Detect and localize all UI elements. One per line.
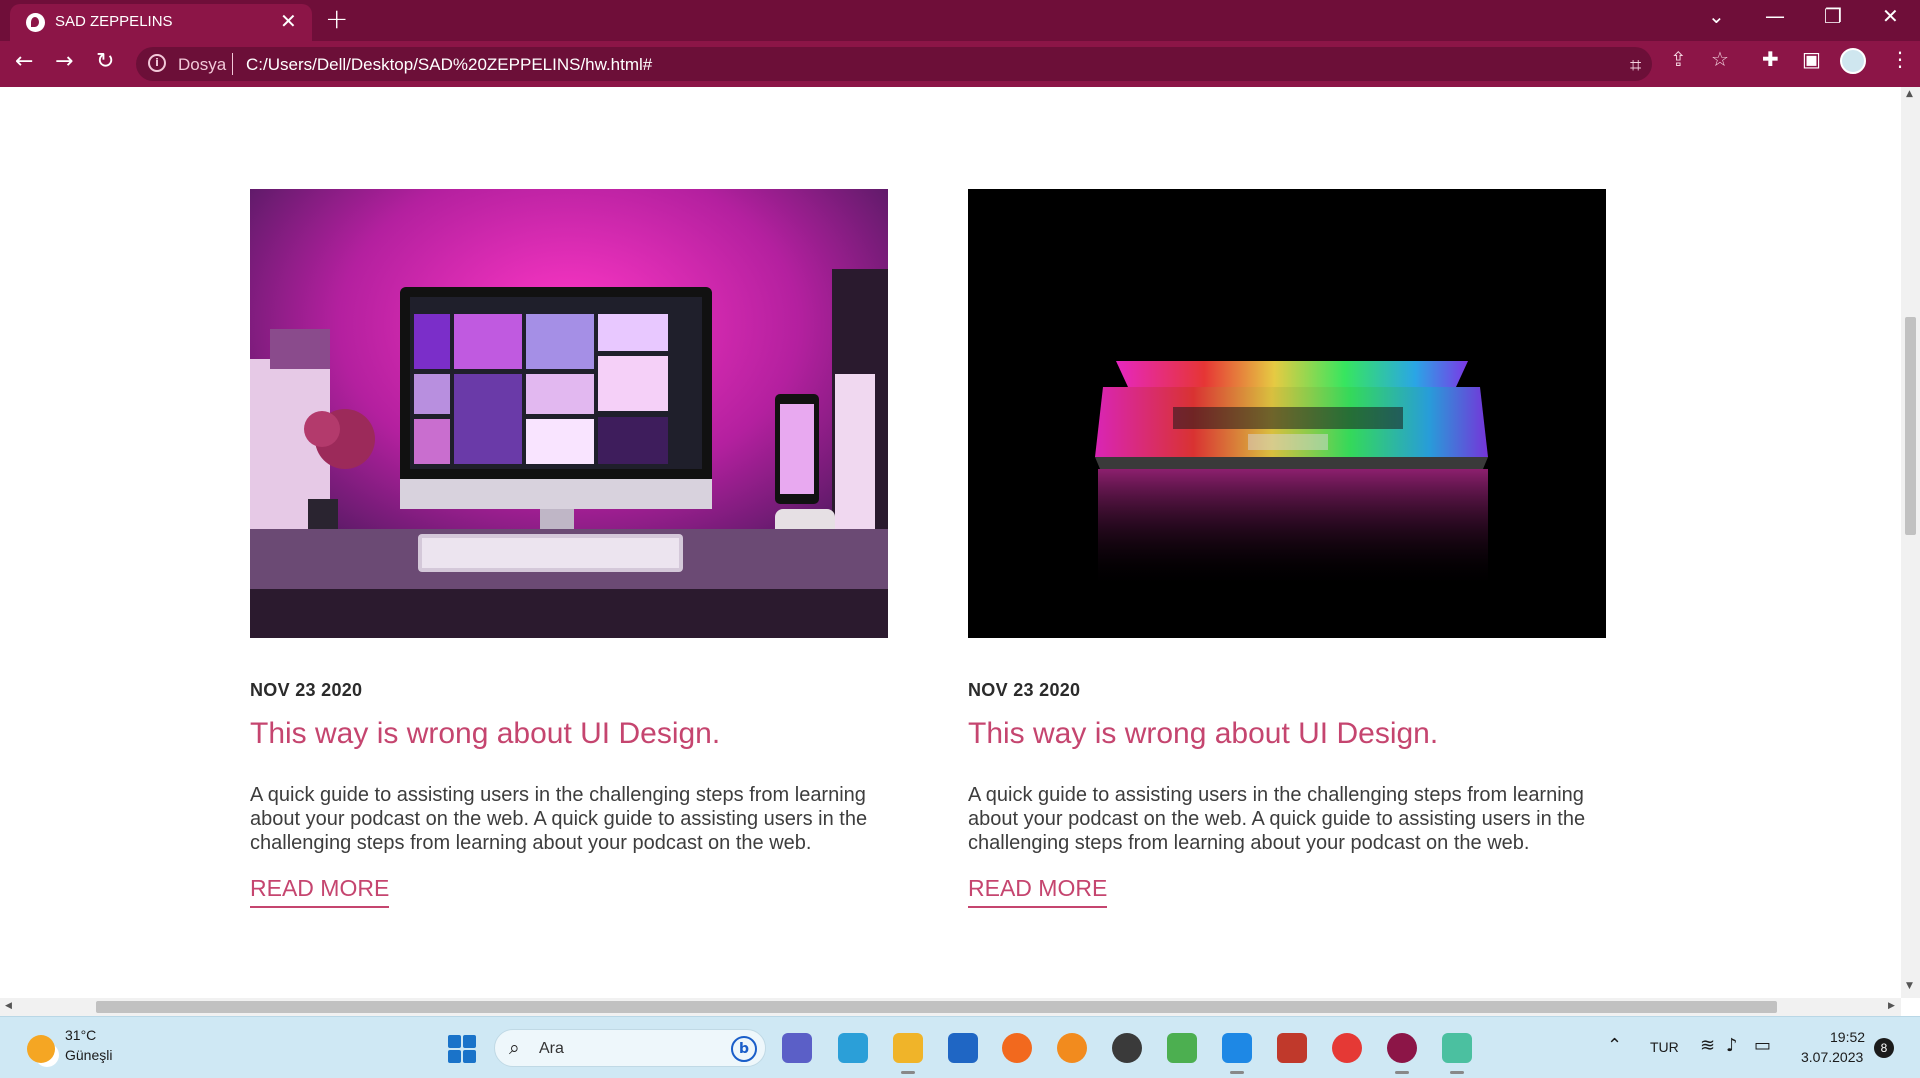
battery-icon[interactable]: ▭ [1754, 1035, 1771, 1056]
blog-card-excerpt: A quick guide to assisting users in the … [250, 784, 868, 854]
read-more-link[interactable]: READ MORE [250, 875, 390, 908]
address-scheme-label: Dosya [178, 55, 227, 74]
file-explorer-icon[interactable] [893, 1033, 923, 1074]
site-info-icon[interactable]: i [148, 54, 166, 72]
chrome-profile-icon[interactable] [1387, 1033, 1417, 1074]
os-taskbar: 31°C Güneşli ⌕ Ara b ⌃ TUR ≋ ♪ ▭ 19:52 3… [0, 1016, 1920, 1078]
chrome-icon[interactable] [1332, 1033, 1362, 1063]
close-tab-icon[interactable]: ✕ [280, 9, 297, 33]
notification-badge[interactable]: 8 [1874, 1038, 1894, 1058]
restore-button[interactable]: ❐ [1824, 4, 1842, 28]
scroll-right-icon[interactable]: ▶ [1888, 1001, 1895, 1011]
blog-card-image[interactable] [250, 189, 888, 638]
menu-icon[interactable]: ⋮ [1890, 47, 1910, 71]
blog-card-title: This way is wrong about UI Design. [250, 717, 721, 750]
vertical-scrollbar[interactable]: ▲ ▼ [1901, 87, 1920, 998]
extensions-icon[interactable]: ✚ [1762, 47, 1779, 71]
blog-card-date: NOV 23 2020 [250, 680, 363, 700]
site-favicon-icon [26, 13, 45, 32]
weather-sun-icon[interactable] [27, 1035, 55, 1063]
reload-button[interactable]: ↻ [96, 49, 114, 74]
laptop-illustration [968, 189, 1606, 638]
messenger-icon[interactable] [1112, 1033, 1142, 1063]
clock-date[interactable]: 3.07.2023 [1801, 1049, 1863, 1065]
wifi-icon[interactable]: ≋ [1700, 1035, 1715, 1056]
blog-card-image[interactable] [968, 189, 1606, 638]
browser-tab[interactable]: SAD ZEPPELINS ✕ [10, 4, 312, 41]
bing-icon[interactable]: b [731, 1036, 757, 1062]
star-icon[interactable]: ☆ [1711, 47, 1729, 71]
read-more-link[interactable]: READ MORE [968, 875, 1108, 908]
back-button[interactable]: ← [15, 49, 33, 74]
share-icon[interactable]: ⇪ [1670, 47, 1687, 71]
windows-logo-icon [448, 1035, 461, 1048]
mail-icon[interactable] [948, 1033, 978, 1063]
store-icon[interactable] [838, 1033, 868, 1063]
search-tool-icon[interactable] [1057, 1033, 1087, 1063]
url-text[interactable]: C:/Users/Dell/Desktop/SAD%20ZEPPELINS/hw… [246, 55, 652, 75]
vertical-scroll-thumb[interactable] [1905, 317, 1916, 535]
search-placeholder: Ara [539, 1040, 564, 1057]
taskbar-search[interactable]: ⌕ Ara b [494, 1029, 766, 1067]
notepad-plus-icon[interactable] [1167, 1033, 1197, 1063]
scroll-down-icon[interactable]: ▼ [1906, 981, 1913, 991]
vscode-icon[interactable] [1222, 1033, 1252, 1074]
start-button[interactable] [448, 1035, 476, 1063]
search-icon: ⌕ [509, 1037, 520, 1059]
volume-icon[interactable]: ♪ [1726, 1035, 1738, 1056]
blog-card-date: NOV 23 2020 [968, 680, 1081, 700]
blog-card: NOV 23 2020 This way is wrong about UI D… [968, 189, 1606, 908]
blog-card: NOV 23 2020 This way is wrong about UI D… [250, 189, 888, 908]
scroll-up-icon[interactable]: ▲ [1906, 89, 1913, 99]
close-window-button[interactable]: ✕ [1882, 4, 1899, 28]
translate-icon[interactable]: ⌗ [1630, 53, 1641, 77]
blog-card-excerpt: A quick guide to assisting users in the … [968, 784, 1586, 854]
tab-strip: SAD ZEPPELINS ✕ + ⌄ — ❐ ✕ [0, 0, 1920, 41]
sidepanel-icon[interactable]: ▣ [1802, 47, 1821, 71]
tab-title: SAD ZEPPELINS [55, 13, 173, 30]
horizontal-scroll-thumb[interactable] [96, 1001, 1777, 1013]
language-indicator[interactable]: TUR [1650, 1039, 1679, 1055]
new-tab-button[interactable]: + [325, 2, 348, 35]
forward-button[interactable]: → [55, 49, 73, 74]
clock-time[interactable]: 19:52 [1830, 1029, 1865, 1045]
horizontal-scrollbar[interactable]: ◀ ▶ [0, 998, 1901, 1016]
scroll-left-icon[interactable]: ◀ [5, 1001, 12, 1011]
chevron-up-icon[interactable]: ⌃ [1607, 1035, 1622, 1056]
page-viewport: NOV 23 2020 This way is wrong about UI D… [0, 87, 1901, 998]
weather-temperature[interactable]: 31°C [65, 1027, 96, 1043]
minimize-button[interactable]: — [1765, 4, 1785, 28]
teams-chat-icon[interactable] [782, 1033, 812, 1063]
weather-condition[interactable]: Güneşli [65, 1047, 112, 1063]
blog-card-title: This way is wrong about UI Design. [968, 717, 1439, 750]
address-divider [232, 53, 233, 75]
desk-setup-illustration [250, 189, 888, 638]
address-bar[interactable]: i Dosya C:/Users/Dell/Desktop/SAD%20ZEPP… [136, 47, 1652, 81]
recorder-icon[interactable] [1277, 1033, 1307, 1063]
app-icon[interactable] [1442, 1033, 1472, 1074]
browser-toolbar: ← → ↻ i Dosya C:/Users/Dell/Desktop/SAD%… [0, 41, 1920, 87]
tab-search-icon[interactable]: ⌄ [1708, 4, 1725, 28]
profile-icon[interactable] [1840, 48, 1866, 74]
firefox-icon[interactable] [1002, 1033, 1032, 1063]
